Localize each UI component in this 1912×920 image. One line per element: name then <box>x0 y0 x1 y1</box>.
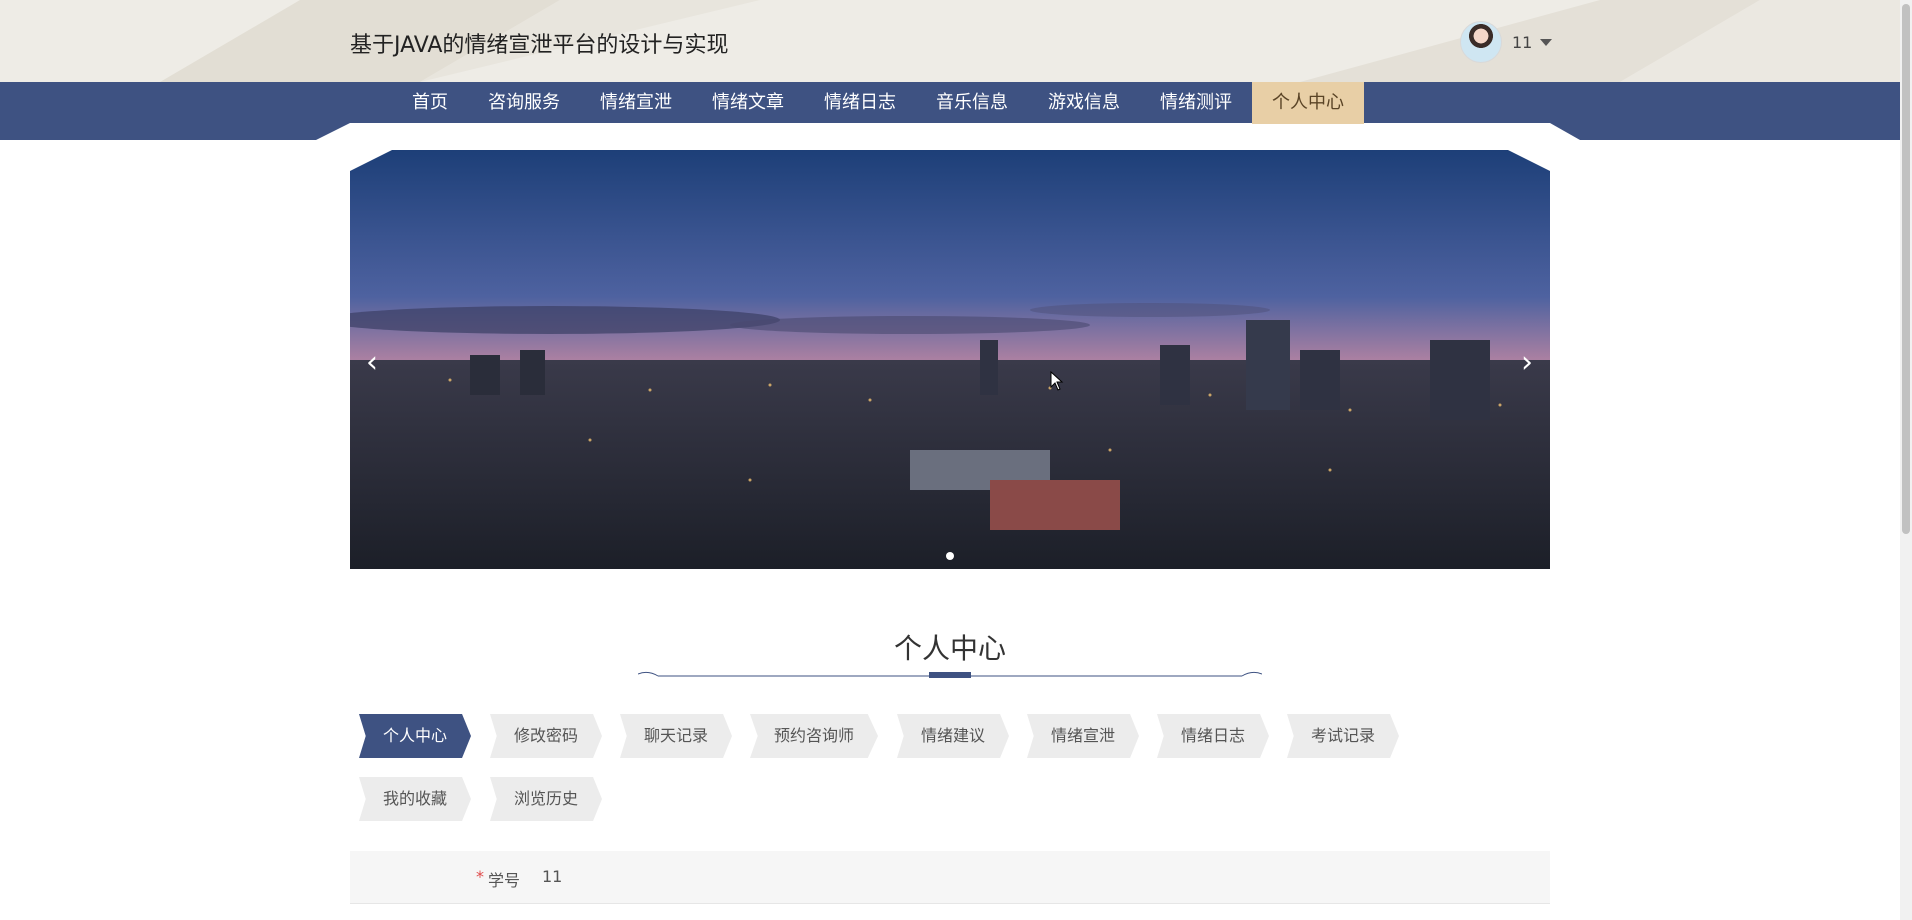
section-title-divider <box>638 671 1262 678</box>
main-nav: 首页 咨询服务 情绪宣泄 情绪文章 情绪日志 音乐信息 游戏信息 情绪测评 个人… <box>392 82 1364 124</box>
tab-book-counselor[interactable]: 预约咨询师 <box>750 714 878 758</box>
nav-item-games[interactable]: 游戏信息 <box>1028 82 1140 124</box>
tab-change-password[interactable]: 修改密码 <box>490 714 602 758</box>
nav-item-home[interactable]: 首页 <box>392 82 468 124</box>
carousel-indicator-dot[interactable] <box>946 552 954 560</box>
tab-emotion-log[interactable]: 情绪日志 <box>1157 714 1269 758</box>
tab-chat-history[interactable]: 聊天记录 <box>620 714 732 758</box>
tab-emotion-vent[interactable]: 情绪宣泄 <box>1027 714 1139 758</box>
nav-item-assessment[interactable]: 情绪测评 <box>1140 82 1252 124</box>
banner-carousel[interactable] <box>350 150 1550 569</box>
form-row-student-id: * 学号 11 <box>350 851 1550 904</box>
nav-item-personal-center[interactable]: 个人中心 <box>1252 82 1364 124</box>
caret-down-icon[interactable] <box>1540 38 1553 46</box>
tab-my-favorites[interactable]: 我的收藏 <box>359 777 471 821</box>
required-marker: * <box>476 867 484 886</box>
nav-item-emotion-log[interactable]: 情绪日志 <box>804 82 916 124</box>
tab-personal-center[interactable]: 个人中心 <box>359 714 471 758</box>
nav-item-emotion-articles[interactable]: 情绪文章 <box>692 82 804 124</box>
tab-browse-history[interactable]: 浏览历史 <box>490 777 602 821</box>
section-title: 个人中心 <box>893 632 1006 665</box>
user-menu[interactable]: 11 <box>1460 21 1553 63</box>
username[interactable]: 11 <box>1512 33 1532 52</box>
chevron-right-icon[interactable]: › <box>1512 345 1542 380</box>
tab-emotion-suggestions[interactable]: 情绪建议 <box>897 714 1009 758</box>
top-header: 基于JAVA的情绪宣泄平台的设计与实现 11 <box>0 0 1900 82</box>
nav-bar-notch <box>316 123 1580 140</box>
nav-item-music[interactable]: 音乐信息 <box>916 82 1028 124</box>
header-background-shape <box>160 0 1900 82</box>
student-id-label: 学号 <box>488 871 521 890</box>
nav-item-consulting[interactable]: 咨询服务 <box>468 82 580 124</box>
nav-item-emotion-vent[interactable]: 情绪宣泄 <box>580 82 692 124</box>
chevron-left-icon[interactable]: ‹ <box>357 345 387 380</box>
tab-exam-records[interactable]: 考试记录 <box>1287 714 1399 758</box>
page-scrollbar[interactable] <box>1900 0 1912 920</box>
site-title: 基于JAVA的情绪宣泄平台的设计与实现 <box>350 33 729 58</box>
mouse-cursor-icon <box>1050 371 1064 391</box>
banner-city-skyline-image <box>350 150 1550 569</box>
user-avatar[interactable] <box>1460 21 1502 63</box>
student-id-value[interactable]: 11 <box>542 867 562 886</box>
scrollbar-thumb[interactable] <box>1902 4 1910 534</box>
